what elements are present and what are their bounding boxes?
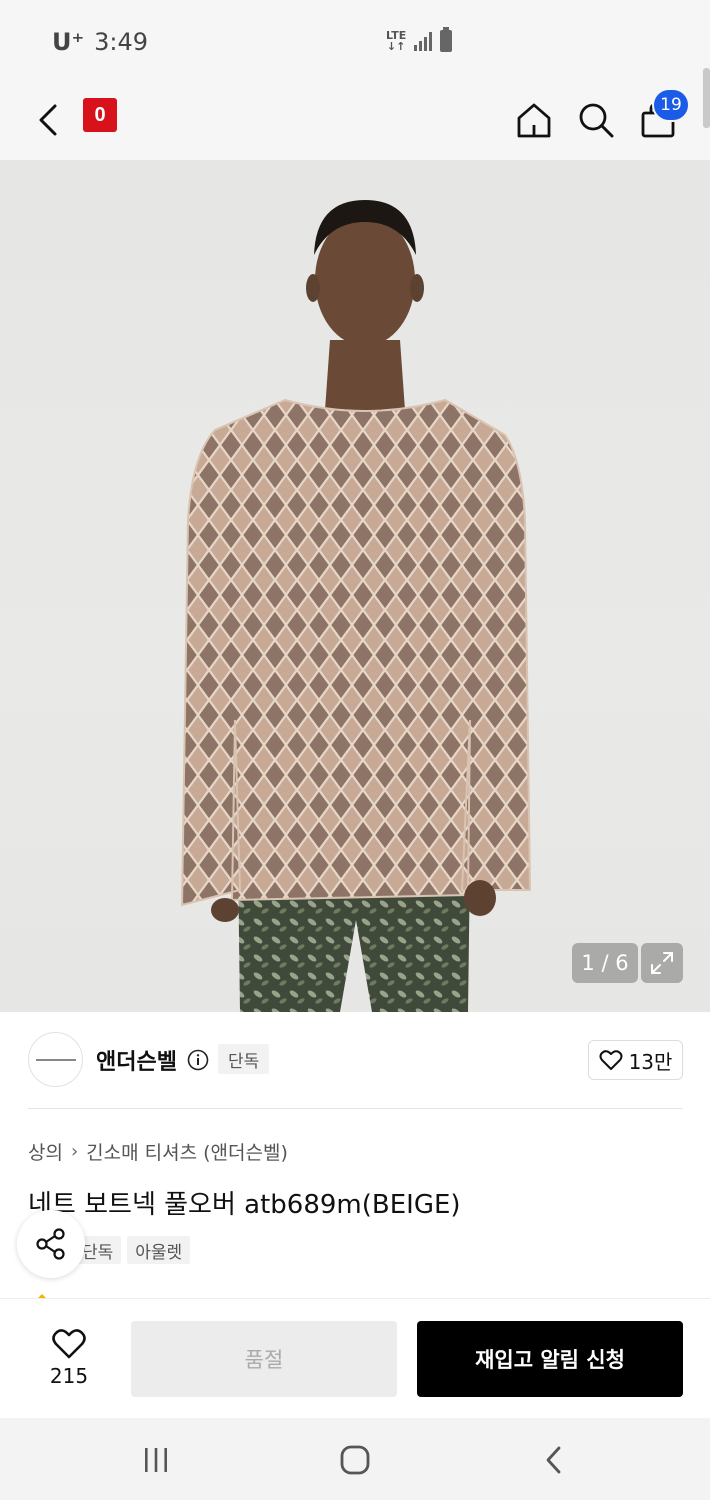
wishlist-button[interactable]: 215 [28, 1319, 110, 1397]
breadcrumb-category[interactable]: 상의 [28, 1138, 63, 1165]
chevron-right-icon: › [70, 1141, 79, 1162]
app-logo[interactable]: 0 [83, 98, 117, 132]
brand-name[interactable]: 앤더슨벨 [96, 1044, 177, 1076]
brand-like-count: 13만 [628, 1049, 673, 1074]
expand-icon [651, 952, 673, 974]
info-icon[interactable] [187, 1049, 209, 1075]
product-image[interactable] [0, 160, 710, 1012]
heart-icon [599, 1050, 623, 1070]
battery-icon [440, 27, 453, 52]
brand-avatar[interactable] [28, 1032, 83, 1087]
heart-icon [52, 1329, 86, 1359]
back-chevron-icon [546, 1446, 561, 1474]
status-icons: LTE ↓↑ [386, 27, 453, 53]
back-nav-button[interactable] [524, 1436, 584, 1484]
product-tags: 단독 아울렛 [74, 1236, 191, 1264]
product-title: 네트 보트넥 풀오버 atb689m(BEIGE) [28, 1190, 461, 1220]
exclusive-badge: 단독 [218, 1044, 270, 1074]
breadcrumb: 상의 › 긴소매 티셔츠 (앤더슨벨) [28, 1138, 288, 1165]
back-button[interactable] [20, 92, 76, 148]
breadcrumb-subcategory[interactable]: 긴소매 티셔츠 (앤더슨벨) [86, 1138, 288, 1165]
tag-outlet: 아울렛 [127, 1236, 191, 1264]
recent-apps-icon [145, 1448, 167, 1472]
scrollbar-thumb[interactable] [703, 68, 710, 128]
bottom-action-bar: 215 품절 재입고 알림 신청 [0, 1298, 710, 1418]
share-button[interactable] [17, 1210, 85, 1278]
search-button[interactable] [568, 92, 624, 148]
soldout-button[interactable]: 품절 [131, 1321, 397, 1397]
recent-apps-button[interactable] [126, 1436, 186, 1484]
divider [28, 1108, 683, 1109]
brand-like-button[interactable]: 13만 [588, 1040, 683, 1080]
lte-icon: LTE ↓↑ [386, 29, 407, 53]
home-nav-button[interactable] [325, 1436, 385, 1484]
network-label: LTE [386, 29, 407, 42]
home-button[interactable] [506, 92, 562, 148]
brand-logo-mark [35, 1058, 76, 1061]
restock-alert-button[interactable]: 재입고 알림 신청 [417, 1321, 683, 1397]
carrier-label: U⁺ [52, 28, 85, 56]
wishlist-count: 215 [49, 1364, 89, 1388]
clock: 3:49 [94, 28, 149, 56]
app-header: 0 19 [0, 84, 710, 160]
model-illustration [180, 200, 532, 1012]
home-icon [517, 103, 551, 138]
expand-image-button[interactable] [641, 943, 683, 983]
signal-icon [414, 31, 433, 51]
search-icon [579, 103, 614, 138]
cart-count-badge: 19 [652, 88, 690, 122]
brand-row: 앤더슨벨 단독 13만 [28, 1032, 683, 1088]
carrier-time: U⁺ 3:49 [52, 28, 148, 56]
share-icon [36, 1228, 65, 1260]
home-circle-icon [340, 1445, 370, 1475]
status-bar: U⁺ 3:49 LTE ↓↑ [0, 0, 710, 84]
back-arrow-icon [39, 104, 57, 136]
image-counter: 1 / 6 [572, 943, 638, 983]
system-nav-bar [0, 1418, 710, 1500]
